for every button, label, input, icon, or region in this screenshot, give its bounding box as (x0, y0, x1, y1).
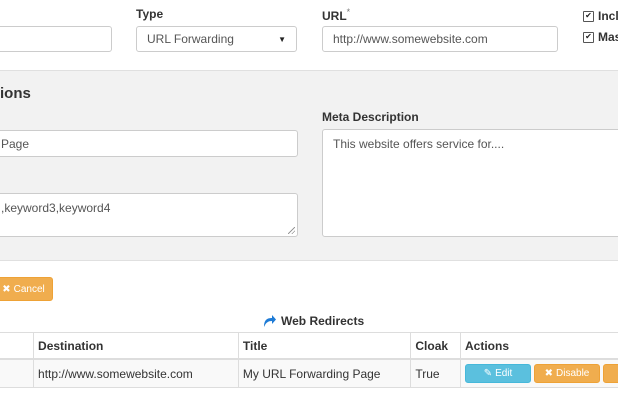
url-label-text: URL (322, 9, 347, 23)
type-select[interactable]: URL Forwarding ▼ (136, 26, 297, 52)
meta-description-label: Meta Description (322, 110, 419, 124)
mask-label: Mas (598, 30, 618, 44)
url-input-value: http://www.somewebsite.com (333, 32, 488, 46)
actions-cell: ✎ Edit ✖ Disable (460, 358, 618, 388)
required-asterisk: * (346, 7, 351, 17)
page-title-input[interactable]: Page (0, 130, 298, 157)
page-title-value: Page (1, 136, 30, 151)
cancel-button-label: Cancel (13, 283, 45, 295)
table-header-row: Destination Title Cloak Actions (0, 332, 618, 360)
options-panel: ions Page ,keyword3,keyword4 Meta Descri… (0, 70, 618, 261)
type-select-value: URL Forwarding (147, 32, 234, 46)
column-header-blank (0, 332, 35, 360)
url-input[interactable]: http://www.somewebsite.com (322, 26, 558, 52)
url-label: URL* (322, 7, 350, 23)
column-header-actions: Actions (460, 332, 618, 360)
disable-button-label: Disable (556, 368, 590, 379)
web-redirects-heading: Web Redirects (261, 313, 364, 329)
cloak-cell: True (410, 358, 461, 388)
type-label: Type (136, 7, 164, 21)
disable-button[interactable]: ✖ Disable (534, 364, 600, 383)
meta-description-textarea[interactable]: This website offers service for.... (322, 129, 618, 237)
title-cell: My URL Forwarding Page (237, 358, 412, 388)
redirect-arrow-icon (264, 315, 276, 327)
web-redirects-title: Web Redirects (281, 314, 365, 328)
pencil-icon: ✎ (483, 368, 493, 379)
column-header-cloak[interactable]: Cloak (410, 332, 461, 360)
include-label: Inclu (598, 9, 618, 23)
caret-down-icon: ▼ (278, 34, 286, 44)
options-heading: ions (0, 85, 31, 102)
resize-grip-icon[interactable] (288, 227, 295, 234)
edit-button-label: Edit (495, 368, 513, 379)
meta-description-value: This website offers service for.... (333, 137, 505, 151)
column-header-destination[interactable]: Destination (33, 332, 239, 360)
keywords-value: ,keyword3,keyword4 (1, 201, 111, 215)
column-header-title[interactable]: Title (237, 332, 412, 360)
close-icon: ✖ (544, 368, 554, 379)
close-icon: ✖ (2, 283, 11, 295)
mask-checkbox-row[interactable]: ✔ Mas (583, 30, 618, 44)
actions-group: ✎ Edit ✖ Disable (465, 364, 618, 383)
edit-button[interactable]: ✎ Edit (465, 364, 531, 383)
cancel-button[interactable]: ✖ Cancel (0, 277, 53, 301)
extra-action-button[interactable] (603, 364, 618, 383)
mask-checkbox[interactable]: ✔ (583, 31, 594, 43)
name-input[interactable] (0, 26, 112, 52)
keywords-textarea[interactable]: ,keyword3,keyword4 (0, 193, 298, 237)
table-row: http://www.somewebsite.com My URL Forwar… (0, 358, 618, 388)
include-checkbox[interactable]: ✔ (583, 10, 594, 22)
destination-cell: http://www.somewebsite.com (33, 358, 239, 388)
redirects-table: Destination Title Cloak Actions http://w… (0, 332, 618, 388)
row-blank-cell (0, 358, 35, 388)
include-checkbox-row[interactable]: ✔ Inclu (583, 9, 618, 23)
